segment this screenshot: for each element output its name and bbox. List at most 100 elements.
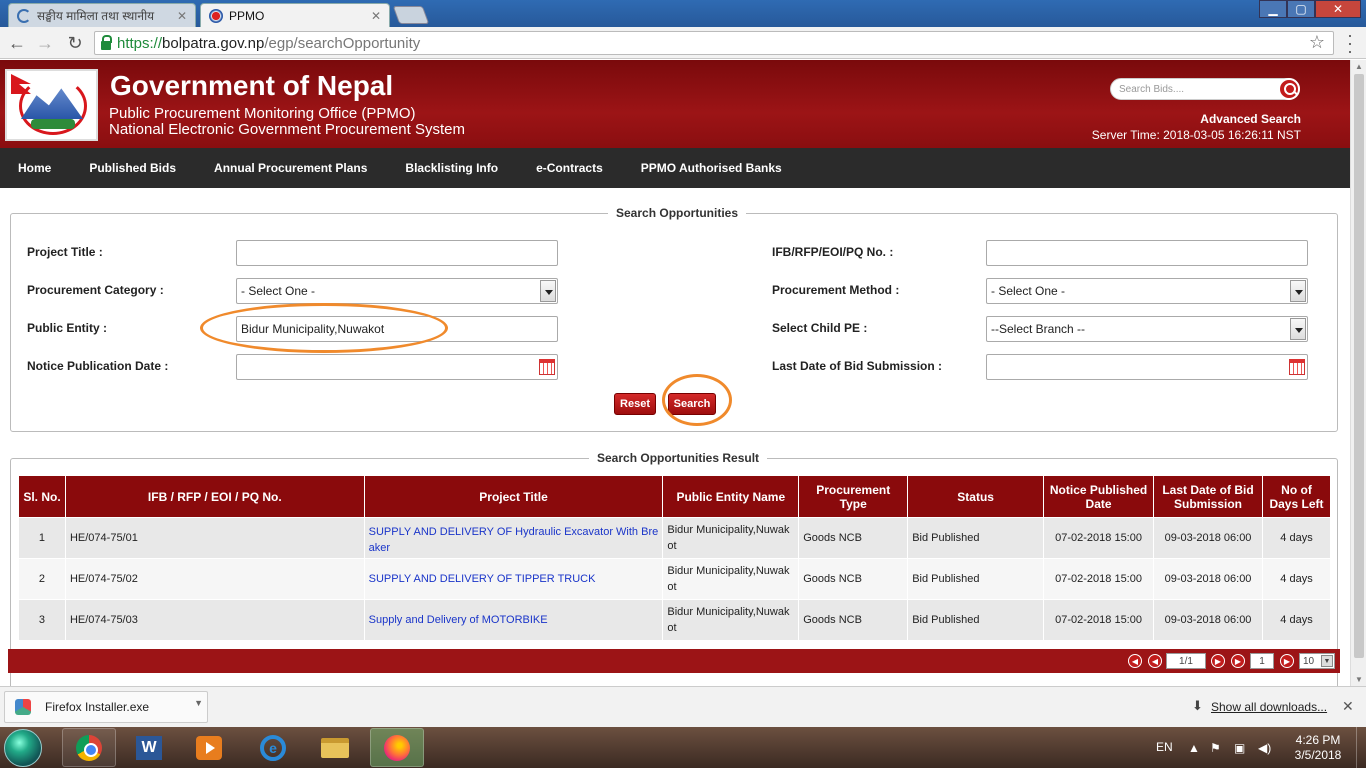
advanced-search-link[interactable]: Advanced Search	[1200, 112, 1301, 126]
tray-expand-icon[interactable]: ▲	[1188, 741, 1200, 755]
browser-menu-icon[interactable]: · · ·	[1342, 26, 1358, 60]
project-title-link[interactable]: Supply and Delivery of MOTORBIKE	[363, 599, 664, 641]
url-host: bolpatra.gov.np	[162, 34, 265, 52]
procurement-method-label: Procurement Method :	[772, 283, 900, 297]
page-scrollbar[interactable]: ▲ ▼	[1350, 60, 1366, 686]
folder-icon	[321, 737, 349, 758]
cell-days-left: 4 days	[1261, 558, 1332, 600]
taskbar-media-player[interactable]	[182, 728, 236, 767]
column-header[interactable]: Project Title	[363, 475, 664, 518]
cell-status: Bid Published	[907, 558, 1045, 600]
column-header[interactable]: Status	[907, 475, 1045, 518]
clock-time: 4:26 PM	[1295, 733, 1341, 747]
back-arrow-icon[interactable]: ←	[6, 32, 28, 54]
page-size-select[interactable]: 10 ▼	[1299, 653, 1335, 669]
nav-blacklisting-info[interactable]: Blacklisting Info	[405, 161, 498, 175]
reload-icon[interactable]: ↻	[64, 32, 86, 54]
procurement-category-select[interactable]: - Select One -	[236, 278, 558, 304]
column-header[interactable]: Last Date of Bid Submission	[1153, 475, 1263, 518]
taskbar-chrome[interactable]	[62, 728, 116, 767]
next-page-icon[interactable]: ▶	[1211, 654, 1225, 668]
chevron-down-icon[interactable]	[540, 280, 556, 302]
search-icon[interactable]	[1278, 78, 1300, 100]
ifb-input[interactable]	[986, 240, 1308, 266]
page-number-input[interactable]: 1	[1250, 653, 1274, 669]
chevron-down-icon[interactable]: ▼	[194, 698, 203, 708]
bookmark-star-icon[interactable]: ☆	[1309, 32, 1325, 53]
forward-arrow-icon[interactable]: →	[34, 32, 56, 54]
chevron-down-icon[interactable]	[1290, 280, 1306, 302]
nav-annual-procurement-plans[interactable]: Annual Procurement Plans	[214, 161, 367, 175]
reset-button[interactable]: Reset	[614, 393, 656, 415]
first-page-icon[interactable]: ◀	[1128, 654, 1142, 668]
browser-tab-1[interactable]: सङ्घीय मामिला तथा स्थानीय ✕	[8, 3, 196, 27]
scroll-down-icon[interactable]: ▼	[1355, 675, 1363, 684]
browser-tab-ppmo[interactable]: PPMO ✕	[200, 3, 390, 27]
table-row: 1 HE/074-75/01 SUPPLY AND DELIVERY OF Hy…	[18, 517, 1332, 559]
nav-e-contracts[interactable]: e-Contracts	[536, 161, 603, 175]
search-button[interactable]: Search	[668, 393, 716, 415]
scroll-thumb[interactable]	[1354, 74, 1364, 658]
column-header[interactable]: Notice Published Date	[1043, 475, 1155, 518]
column-header[interactable]: No of Days Left	[1261, 475, 1332, 518]
browser-toolbar: ← → ↻ https:// bolpatra.gov.np /egp/sear…	[0, 26, 1366, 60]
project-title-input[interactable]	[236, 240, 558, 266]
chevron-down-icon[interactable]	[1290, 318, 1306, 340]
taskbar-firefox[interactable]	[370, 728, 424, 767]
last-page-icon[interactable]: ▶	[1231, 654, 1245, 668]
go-page-icon[interactable]: ▶	[1280, 654, 1294, 668]
nav-published-bids[interactable]: Published Bids	[89, 161, 176, 175]
project-title-link[interactable]: SUPPLY AND DELIVERY OF TIPPER TRUCK	[363, 558, 664, 600]
project-title-link[interactable]: SUPPLY AND DELIVERY OF Hydraulic Excavat…	[363, 517, 664, 559]
show-desktop-button[interactable]	[1356, 727, 1366, 768]
site-header: Government of Nepal Public Procurement M…	[0, 60, 1350, 148]
nav-home[interactable]: Home	[18, 161, 51, 175]
download-filename: Firefox Installer.exe	[45, 700, 150, 714]
maximize-button[interactable]: ▢	[1287, 0, 1315, 18]
child-pe-select[interactable]: --Select Branch --	[986, 316, 1308, 342]
main-nav: Home Published Bids Annual Procurement P…	[0, 148, 1350, 188]
public-entity-input[interactable]: Bidur Municipality,Nuwakot	[236, 316, 558, 342]
new-tab-button[interactable]	[392, 6, 430, 24]
cell-last-date: 09-03-2018 06:00	[1153, 599, 1263, 641]
volume-icon[interactable]: ◀)	[1258, 741, 1271, 755]
calendar-icon[interactable]	[539, 359, 555, 375]
chevron-down-icon[interactable]: ▼	[1321, 655, 1333, 667]
column-header[interactable]: IFB / RFP / EOI / PQ No.	[64, 475, 365, 518]
results-legend: Search Opportunities Result	[589, 451, 768, 465]
calendar-icon[interactable]	[1289, 359, 1305, 375]
taskbar-explorer[interactable]	[308, 728, 362, 767]
action-center-flag-icon[interactable]: ⚑	[1210, 741, 1221, 755]
taskbar-ie[interactable]: e	[246, 728, 300, 767]
prev-page-icon[interactable]: ◀	[1148, 654, 1162, 668]
scroll-up-icon[interactable]: ▲	[1355, 62, 1363, 71]
show-all-downloads-link[interactable]: Show all downloads...	[1211, 700, 1327, 714]
page-viewport: Government of Nepal Public Procurement M…	[0, 60, 1350, 686]
ppmo-favicon-icon	[209, 8, 223, 23]
nav-ppmo-authorised-banks[interactable]: PPMO Authorised Banks	[641, 161, 782, 175]
close-icon[interactable]: ✕	[1342, 698, 1354, 715]
download-item[interactable]: Firefox Installer.exe ▼	[4, 691, 208, 723]
address-bar[interactable]: https:// bolpatra.gov.np /egp/searchOppo…	[94, 31, 1334, 55]
start-button[interactable]	[4, 729, 42, 767]
taskbar-word[interactable]: W	[122, 728, 176, 767]
window-close-button[interactable]: ✕	[1315, 0, 1361, 18]
cell-status: Bid Published	[907, 599, 1045, 641]
minimize-button[interactable]: ▁	[1259, 0, 1287, 18]
url-path: /egp/searchOpportunity	[264, 34, 421, 52]
last-date-submission-input[interactable]	[986, 354, 1308, 380]
procurement-method-select[interactable]: - Select One -	[986, 278, 1308, 304]
cell-type: Goods NCB	[798, 517, 909, 559]
network-icon[interactable]: ▣	[1234, 741, 1245, 755]
windows-taskbar: W e EN ▲ ⚑ ▣ ◀) 4:26 PM 3/5/2018	[0, 727, 1366, 768]
search-bids-input[interactable]: Search Bids....	[1110, 78, 1300, 100]
system-clock[interactable]: 4:26 PM 3/5/2018	[1290, 733, 1346, 763]
close-icon[interactable]: ✕	[177, 9, 187, 23]
column-header[interactable]: Sl. No.	[18, 475, 66, 518]
column-header[interactable]: Public Entity Name	[662, 475, 800, 518]
page-size-value: 10	[1303, 655, 1315, 667]
notice-publication-date-input[interactable]	[236, 354, 558, 380]
close-icon[interactable]: ✕	[371, 9, 381, 23]
column-header[interactable]: Procurement Type	[798, 475, 909, 518]
language-indicator[interactable]: EN	[1156, 740, 1173, 754]
